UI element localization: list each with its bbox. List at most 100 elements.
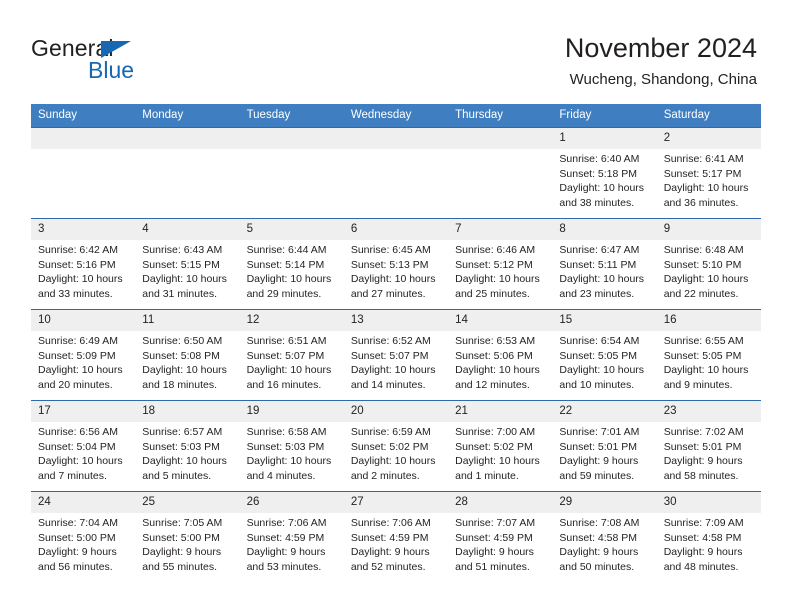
daylight-duration-line2: and 51 minutes. <box>455 560 530 573</box>
sunset-time: Sunset: 5:02 PM <box>350 440 429 453</box>
calendar-day-cell[interactable]: 25 Sunrise: 7:05 AM Sunset: 5:00 PM Dayligh… <box>135 491 240 582</box>
sunset-time: Sunset: 5:00 PM <box>38 531 116 544</box>
calendar-day-cell[interactable]: 28 Sunrise: 7:07 AM Sunset: 4:59 PM Dayligh… <box>448 491 553 582</box>
logo-triangle-icon <box>101 41 131 58</box>
sunrise-time: Sunrise: 7:04 AM <box>38 517 118 529</box>
daylight-duration-line2: and 50 minutes. <box>559 560 635 573</box>
daylight-duration-line2: and 38 minutes. <box>559 196 635 209</box>
calendar-day-cell[interactable]: 6 Sunrise: 6:45 AM Sunset: 5:13 PM Daylight… <box>343 218 449 310</box>
sunset-time: Sunset: 5:13 PM <box>350 258 429 271</box>
daylight-duration-line1: Daylight: 10 hours <box>455 273 540 286</box>
calendar-day-cell[interactable]: 11 Sunrise: 6:50 AM Sunset: 5:08 PM Dayligh… <box>135 309 240 401</box>
day-number: 7 <box>448 219 553 240</box>
calendar-day-cell[interactable]: 7 Sunrise: 6:46 AM Sunset: 5:12 PM Daylight… <box>448 218 553 310</box>
day-number: 26 <box>239 492 344 513</box>
calendar-day-cell[interactable]: 2 Sunrise: 6:41 AM Sunset: 5:17 PM Daylight… <box>656 127 761 219</box>
day-sun-info: Sunrise: 6:53 AM Sunset: 5:06 PM Daylight:… <box>448 331 552 392</box>
daylight-duration-line2: and 16 minutes. <box>246 378 322 391</box>
daylight-duration-line2: and 5 minutes. <box>142 469 212 482</box>
title-block: November 2024 Wucheng, Shandong, China <box>565 32 757 90</box>
calendar-day-cell[interactable]: 20 Sunrise: 6:59 AM Sunset: 5:02 PM Dayligh… <box>343 400 449 492</box>
daylight-duration-line1: Daylight: 10 hours <box>455 455 540 468</box>
sunrise-time: Sunrise: 7:08 AM <box>559 517 640 529</box>
day-number: 28 <box>448 492 553 513</box>
calendar-day-cell[interactable]: 1 Sunrise: 6:40 AM Sunset: 5:18 PM Daylight… <box>552 127 657 219</box>
sunset-time: Sunset: 5:05 PM <box>559 349 638 362</box>
sunset-time: Sunset: 5:08 PM <box>142 349 220 362</box>
daylight-duration-line2: and 23 minutes. <box>559 287 635 300</box>
sunset-time: Sunset: 5:14 PM <box>246 258 325 271</box>
sunrise-time: Sunrise: 7:05 AM <box>142 517 223 529</box>
calendar-day-cell[interactable]: 14 Sunrise: 6:53 AM Sunset: 5:06 PM Dayligh… <box>448 309 553 401</box>
calendar-day-cell[interactable]: 16 Sunrise: 6:55 AM Sunset: 5:05 PM Dayligh… <box>656 309 761 401</box>
day-number: 15 <box>552 310 657 331</box>
calendar-day-cell[interactable]: 10 Sunrise: 6:49 AM Sunset: 5:09 PM Dayligh… <box>31 309 136 401</box>
sunset-time: Sunset: 5:18 PM <box>559 167 638 180</box>
day-number: 21 <box>448 401 553 422</box>
calendar-day-cell[interactable]: 21 Sunrise: 7:00 AM Sunset: 5:02 PM Dayligh… <box>448 400 553 492</box>
day-number: 24 <box>31 492 136 513</box>
page-header: General Blue November 2024 Wucheng, Shan… <box>0 0 792 100</box>
sunrise-time: Sunrise: 6:51 AM <box>246 335 327 347</box>
weekday-header-tuesday: Tuesday <box>239 104 344 128</box>
daylight-duration-line2: and 18 minutes. <box>142 378 217 391</box>
sunset-time: Sunset: 5:01 PM <box>559 440 638 453</box>
day-number: 12 <box>239 310 344 331</box>
day-sun-info: Sunrise: 6:54 AM Sunset: 5:05 PM Daylight:… <box>552 331 656 392</box>
calendar-day-cell[interactable]: 24 Sunrise: 7:04 AM Sunset: 5:00 PM Dayligh… <box>31 491 136 582</box>
calendar-day-cell[interactable]: 3 Sunrise: 6:42 AM Sunset: 5:16 PM Daylight… <box>31 218 136 310</box>
day-number <box>135 128 240 149</box>
daylight-duration-line2: and 58 minutes. <box>663 469 739 482</box>
calendar-day-cell[interactable]: 9 Sunrise: 6:48 AM Sunset: 5:10 PM Daylight… <box>656 218 761 310</box>
sunset-time: Sunset: 5:00 PM <box>142 531 220 544</box>
daylight-duration-line2: and 14 minutes. <box>350 378 426 391</box>
sunrise-time: Sunrise: 7:06 AM <box>246 517 327 529</box>
daylight-duration-line1: Daylight: 10 hours <box>559 273 645 286</box>
calendar-day-cell[interactable]: 12 Sunrise: 6:51 AM Sunset: 5:07 PM Dayligh… <box>239 309 344 401</box>
sunrise-time: Sunrise: 6:45 AM <box>350 244 431 256</box>
calendar-day-cell[interactable]: 13 Sunrise: 6:52 AM Sunset: 5:07 PM Dayligh… <box>343 309 449 401</box>
calendar-day-cell[interactable]: 30 Sunrise: 7:09 AM Sunset: 4:58 PM Dayligh… <box>656 491 761 582</box>
day-number: 16 <box>656 310 761 331</box>
daylight-duration-line1: Daylight: 10 hours <box>350 455 436 468</box>
calendar-day-cell[interactable]: 18 Sunrise: 6:57 AM Sunset: 5:03 PM Dayligh… <box>135 400 240 492</box>
calendar-day-cell[interactable]: 19 Sunrise: 6:58 AM Sunset: 5:03 PM Dayligh… <box>239 400 344 492</box>
daylight-duration-line2: and 33 minutes. <box>38 287 113 300</box>
sunrise-time: Sunrise: 6:44 AM <box>246 244 327 256</box>
sunset-time: Sunset: 5:06 PM <box>455 349 533 362</box>
page-title: November 2024 <box>564 33 757 63</box>
calendar-day-cell[interactable]: 26 Sunrise: 7:06 AM Sunset: 4:59 PM Dayligh… <box>239 491 344 582</box>
daylight-duration-line1: Daylight: 10 hours <box>246 273 332 286</box>
daylight-duration-line2: and 52 minutes. <box>350 560 426 573</box>
daylight-duration-line2: and 12 minutes. <box>455 378 530 391</box>
sunset-time: Sunset: 5:02 PM <box>455 440 533 453</box>
calendar-day-cell[interactable]: 17 Sunrise: 6:56 AM Sunset: 5:04 PM Dayligh… <box>31 400 136 492</box>
daylight-duration-line1: Daylight: 10 hours <box>142 364 227 377</box>
daylight-duration-line1: Daylight: 10 hours <box>246 455 332 468</box>
day-sun-info: Sunrise: 7:08 AM Sunset: 4:58 PM Daylight:… <box>552 513 656 574</box>
calendar-day-cell[interactable]: 4 Sunrise: 6:43 AM Sunset: 5:15 PM Daylight… <box>135 218 240 310</box>
calendar-day-cell[interactable]: 15 Sunrise: 6:54 AM Sunset: 5:05 PM Dayligh… <box>552 309 657 401</box>
calendar-day-cell[interactable]: 22 Sunrise: 7:01 AM Sunset: 5:01 PM Dayligh… <box>552 400 657 492</box>
sunset-time: Sunset: 5:11 PM <box>559 258 637 271</box>
calendar-day-cell[interactable]: 23 Sunrise: 7:02 AM Sunset: 5:01 PM Dayligh… <box>656 400 761 492</box>
calendar-day-cell[interactable]: 5 Sunrise: 6:44 AM Sunset: 5:14 PM Daylight… <box>239 218 344 310</box>
day-sun-info: Sunrise: 7:00 AM Sunset: 5:02 PM Daylight:… <box>448 422 552 483</box>
sunset-time: Sunset: 5:16 PM <box>38 258 116 271</box>
sunrise-time: Sunrise: 7:06 AM <box>350 517 431 529</box>
sunset-time: Sunset: 5:17 PM <box>663 167 742 180</box>
daylight-duration-line1: Daylight: 10 hours <box>455 364 540 377</box>
day-sun-info: Sunrise: 6:59 AM Sunset: 5:02 PM Daylight:… <box>344 422 448 483</box>
calendar-day-cell[interactable]: 29 Sunrise: 7:08 AM Sunset: 4:58 PM Dayligh… <box>552 491 657 582</box>
daylight-duration-line1: Daylight: 9 hours <box>559 546 639 559</box>
day-number: 25 <box>135 492 240 513</box>
daylight-duration-line2: and 4 minutes. <box>246 469 316 482</box>
day-sun-info: Sunrise: 6:52 AM Sunset: 5:07 PM Daylight:… <box>344 331 448 392</box>
sunrise-time: Sunrise: 7:00 AM <box>455 426 536 438</box>
day-sun-info: Sunrise: 6:47 AM Sunset: 5:11 PM Daylight:… <box>552 240 656 301</box>
calendar-day-cell[interactable]: 8 Sunrise: 6:47 AM Sunset: 5:11 PM Daylight… <box>552 218 657 310</box>
sunrise-time: Sunrise: 7:02 AM <box>663 426 744 438</box>
general-blue-logo[interactable]: General Blue <box>31 36 231 86</box>
calendar-day-cell[interactable]: 27 Sunrise: 7:06 AM Sunset: 4:59 PM Dayligh… <box>343 491 449 582</box>
sunrise-time: Sunrise: 6:50 AM <box>142 335 223 347</box>
